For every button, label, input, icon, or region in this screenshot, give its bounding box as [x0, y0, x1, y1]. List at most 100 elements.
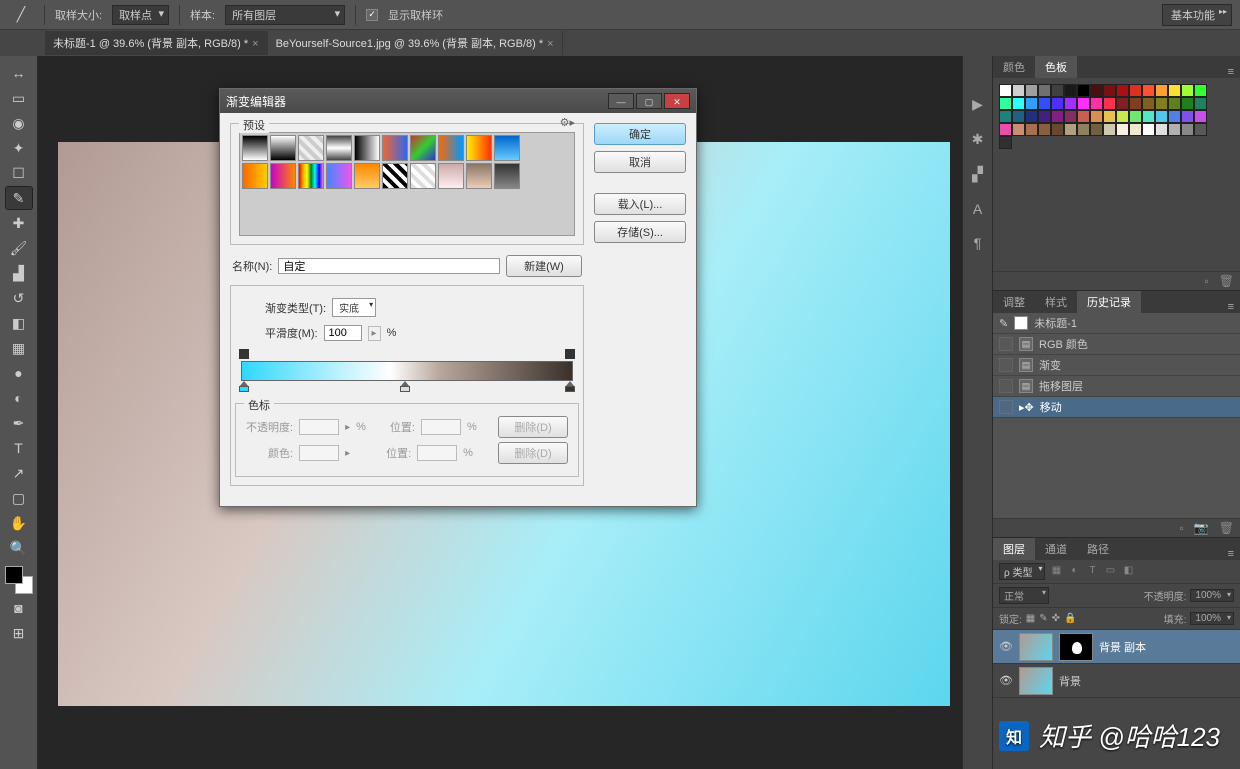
swatch[interactable] [1116, 84, 1129, 97]
filter-text-icon[interactable]: T [1085, 565, 1099, 579]
visibility-icon[interactable]: 👁 [999, 674, 1013, 687]
lock-paint-icon[interactable]: ✎ [1039, 613, 1047, 624]
maximize-button[interactable]: ▢ [636, 93, 662, 109]
tab-history[interactable]: 历史记录 [1077, 291, 1141, 313]
paragraph-panel-icon[interactable]: ¶ [974, 235, 982, 251]
swatch[interactable] [1155, 97, 1168, 110]
swatch[interactable] [1181, 97, 1194, 110]
swatch[interactable] [1038, 97, 1051, 110]
load-button[interactable]: 载入(L)... [594, 193, 686, 215]
gradient-preset[interactable] [494, 135, 520, 161]
gradient-preset[interactable] [326, 163, 352, 189]
text-tool-icon[interactable]: T [6, 437, 32, 459]
swatch[interactable] [1194, 84, 1207, 97]
swatch[interactable] [1103, 97, 1116, 110]
close-icon[interactable]: × [547, 38, 553, 50]
swatch[interactable] [1129, 97, 1142, 110]
gradient-preset[interactable] [494, 163, 520, 189]
swatch[interactable] [1012, 123, 1025, 136]
swatch[interactable] [1077, 97, 1090, 110]
tab-channels[interactable]: 通道 [1035, 538, 1077, 560]
move-tool-icon[interactable]: ↔ [6, 62, 32, 84]
lasso-tool-icon[interactable]: ◉ [6, 112, 32, 134]
swatch[interactable] [1103, 123, 1116, 136]
gradient-preset[interactable] [466, 135, 492, 161]
gradient-preset[interactable] [270, 163, 296, 189]
swatch[interactable] [1064, 84, 1077, 97]
cancel-button[interactable]: 取消 [594, 151, 686, 173]
swatch[interactable] [1077, 84, 1090, 97]
swatch[interactable] [1142, 97, 1155, 110]
eyedropper-tool-icon[interactable]: ✎ [6, 187, 32, 209]
gradient-preset[interactable] [410, 163, 436, 189]
layer-thumbnail[interactable] [1019, 667, 1053, 695]
gradient-preset[interactable] [354, 135, 380, 161]
save-button[interactable]: 存储(S)... [594, 221, 686, 243]
swatch[interactable] [1142, 84, 1155, 97]
history-step[interactable]: ▤渐变 [993, 355, 1240, 376]
lock-pixels-icon[interactable]: ▦ [1026, 613, 1035, 624]
position-input[interactable] [417, 445, 457, 461]
swatch[interactable] [1181, 84, 1194, 97]
document-tab[interactable]: 未标题-1 @ 39.6% (背景 副本, RGB/8) *× [45, 31, 268, 55]
dialog-titlebar[interactable]: 渐变编辑器 — ▢ ✕ [220, 89, 696, 113]
gradient-preset[interactable] [298, 135, 324, 161]
sample-layers-dropdown[interactable]: 所有图层 [225, 5, 345, 25]
swatch[interactable] [999, 84, 1012, 97]
wand-tool-icon[interactable]: ✦ [6, 137, 32, 159]
swatch[interactable] [1064, 110, 1077, 123]
new-swatch-icon[interactable]: ▫ [1205, 274, 1209, 288]
panel-menu-icon[interactable]: ≡ [1222, 548, 1240, 560]
swatch[interactable] [1077, 110, 1090, 123]
history-step[interactable]: ▸✥移动 [993, 397, 1240, 418]
smoothness-input[interactable] [324, 325, 362, 341]
trash-icon[interactable]: 🗑 [1219, 274, 1234, 288]
color-swatches[interactable] [5, 566, 33, 594]
screenmode-icon[interactable]: ⊞ [6, 622, 32, 644]
swatch[interactable] [1025, 123, 1038, 136]
swatch[interactable] [1181, 123, 1194, 136]
swatch[interactable] [1090, 84, 1103, 97]
show-ring-checkbox[interactable]: ✓ [366, 9, 378, 21]
tab-styles[interactable]: 样式 [1035, 291, 1077, 313]
swatch[interactable] [1090, 123, 1103, 136]
heal-tool-icon[interactable]: ✚ [6, 212, 32, 234]
swatch[interactable] [1090, 97, 1103, 110]
swatch[interactable] [1103, 84, 1116, 97]
swatch[interactable] [1116, 97, 1129, 110]
sample-size-dropdown[interactable]: 取样点 [112, 5, 169, 25]
history-step[interactable]: ▤RGB 颜色 [993, 334, 1240, 355]
new-button[interactable]: 新建(W) [506, 255, 582, 277]
panel-menu-icon[interactable]: ≡ [1222, 66, 1240, 78]
swatch[interactable] [1142, 110, 1155, 123]
pen-tool-icon[interactable]: ✒ [6, 412, 32, 434]
swatch[interactable] [1064, 97, 1077, 110]
swatch[interactable] [1142, 123, 1155, 136]
filter-smart-icon[interactable]: ◧ [1121, 565, 1135, 579]
history-brush-icon[interactable]: ↺ [6, 287, 32, 309]
ok-button[interactable]: 确定 [594, 123, 686, 145]
delete-stop-button[interactable]: 删除(D) [498, 442, 568, 464]
swatch[interactable] [1168, 97, 1181, 110]
layer-filter-dropdown[interactable]: ρ 类型 [999, 563, 1045, 580]
gradient-name-input[interactable] [278, 258, 500, 274]
histogram-icon[interactable]: ▞ [972, 166, 983, 183]
swatch[interactable] [1116, 110, 1129, 123]
swatch[interactable] [1051, 84, 1064, 97]
fill-value[interactable]: 100% [1190, 612, 1234, 625]
swatch[interactable] [1012, 84, 1025, 97]
swatch[interactable] [1038, 123, 1051, 136]
swatch[interactable] [1116, 123, 1129, 136]
new-doc-icon[interactable]: ▫ [1180, 521, 1184, 535]
gradient-tool-icon[interactable]: ▦ [6, 337, 32, 359]
filter-shape-icon[interactable]: ▭ [1103, 565, 1117, 579]
document-tab[interactable]: BeYourself-Source1.jpg @ 39.6% (背景 副本, R… [268, 31, 563, 55]
close-icon[interactable]: × [252, 38, 258, 50]
color-stop[interactable] [400, 381, 410, 393]
gradient-preset[interactable] [438, 163, 464, 189]
filter-adjust-icon[interactable]: ◐ [1067, 565, 1081, 579]
gradient-preset[interactable] [242, 135, 268, 161]
zoom-tool-icon[interactable]: 🔍 [6, 537, 32, 559]
layer-thumbnail[interactable] [1019, 633, 1053, 661]
swatch[interactable] [1025, 97, 1038, 110]
